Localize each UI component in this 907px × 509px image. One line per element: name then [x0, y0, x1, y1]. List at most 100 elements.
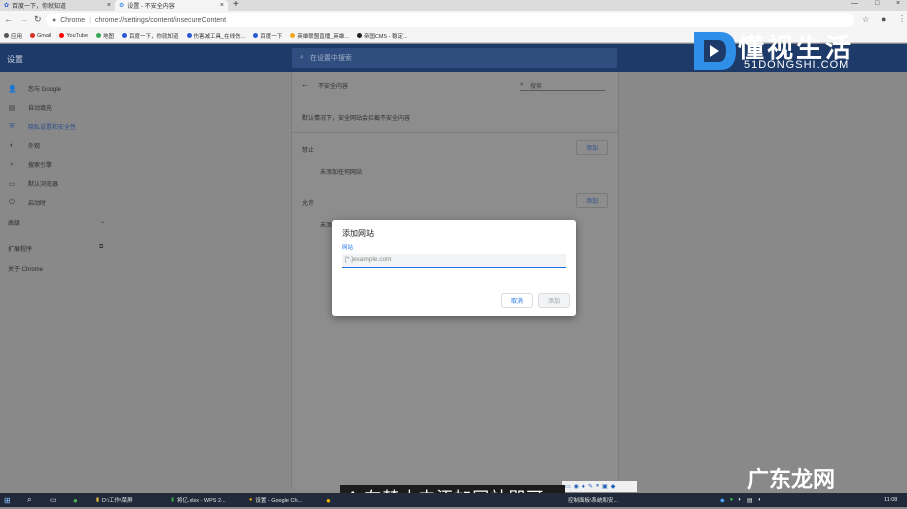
- sidebar-item[interactable]: ▤ 自动填充: [8, 103, 53, 113]
- site-field-label: 网站: [342, 245, 354, 251]
- bookmark-item[interactable]: 百度一下，你就知道: [122, 32, 179, 40]
- forward-arrow-icon[interactable]: →: [19, 14, 28, 24]
- omnibox-url: chrome://settings/content/insecureConten…: [94, 16, 227, 24]
- bookmark-label: Gmail: [37, 32, 52, 39]
- sidebar-item-label: 自动填充: [28, 106, 53, 112]
- network-icon[interactable]: ▤: [747, 497, 753, 504]
- site-input[interactable]: [*.]example.com: [342, 254, 566, 268]
- pause-icon[interactable]: ⏸: [596, 483, 599, 490]
- taskbar-item-wps[interactable]: ▮ 将亿.xlsx - WPS 2...: [171, 493, 226, 507]
- sidebar-item[interactable]: ⛨ 隐私设置和安全性: [8, 122, 76, 132]
- camera-icon[interactable]: ▣: [602, 483, 608, 490]
- power-icon: ⏻: [9, 198, 15, 206]
- bookmark-label: 百度一下，你就知道: [129, 33, 179, 40]
- reload-icon[interactable]: ↻: [34, 14, 42, 25]
- taskbar-item-label: D:\工作\菜屏: [102, 498, 133, 504]
- add-allow-button[interactable]: 添加: [576, 193, 608, 208]
- panel-title: 不安全内容: [318, 84, 349, 90]
- back-arrow-icon[interactable]: ←: [301, 80, 309, 89]
- tray-app-icon[interactable]: ◐: [738, 497, 742, 503]
- divider: [292, 132, 618, 133]
- chevron-down-icon[interactable]: ⌄: [100, 218, 105, 225]
- add-button[interactable]: 添加: [538, 293, 570, 308]
- bookmark-item[interactable]: 地图: [96, 32, 114, 40]
- taskbar-item-control-panel[interactable]: 控制面板\系统和安...: [568, 493, 618, 507]
- monitor-icon[interactable]: ▭: [565, 483, 571, 490]
- panel-search-field[interactable]: 搜索: [530, 81, 542, 90]
- bookmark-item[interactable]: 百度一下: [253, 32, 282, 40]
- start-icon[interactable]: ⊞: [4, 493, 11, 507]
- sidebar-item[interactable]: 👤 您与 Google: [8, 84, 61, 94]
- bookmark-favicon-icon: [253, 33, 259, 38]
- gear-icon: ⚙: [119, 3, 125, 9]
- sidebar-item[interactable]: ▭ 默认浏览器: [8, 179, 59, 189]
- taskbar-item-chrome[interactable]: ● 设置 - Google Ch...: [249, 493, 302, 507]
- bookmark-label: 英雄联盟直播_英雄...: [297, 33, 349, 40]
- search-icon[interactable]: ⌕: [27, 493, 31, 507]
- open-external-icon[interactable]: ⧉: [99, 244, 103, 251]
- sidebar-item-label: 默认浏览器: [28, 182, 59, 188]
- new-tab-button[interactable]: +: [233, 0, 239, 10]
- corner-watermark: 广东龙网: [747, 468, 836, 493]
- star-icon[interactable]: ☆: [862, 15, 869, 24]
- task-view-icon[interactable]: ▭: [50, 493, 57, 507]
- search-icon: ⌕: [300, 54, 304, 61]
- mic-icon[interactable]: ♦: [582, 484, 585, 490]
- page-title: 设置: [7, 55, 23, 64]
- sidebar-item-label: 启动时: [28, 201, 47, 207]
- sidebar-item[interactable]: ⏻ 启动时: [8, 198, 47, 208]
- browser-icon: ▭: [8, 180, 16, 188]
- volume-icon[interactable]: ◖: [758, 497, 762, 503]
- maximize-button[interactable]: □: [875, 0, 879, 7]
- bookmark-item[interactable]: YouTube: [59, 33, 88, 39]
- tag-icon[interactable]: ◆: [611, 483, 616, 490]
- sidebar-item[interactable]: ⌕ 搜索引擎: [8, 160, 52, 170]
- taskbar-item-explorer[interactable]: ▮ D:\工作\菜屏: [96, 493, 133, 507]
- address-bar[interactable]: ● Chrome | chrome://settings/content/ins…: [46, 13, 854, 27]
- bookmark-favicon-icon: [356, 33, 362, 38]
- close-tab-icon[interactable]: ×: [220, 2, 224, 9]
- close-window-button[interactable]: ×: [896, 0, 900, 7]
- bookmark-label: 伤害减工具_在线伤...: [193, 33, 246, 40]
- tray-app-icon[interactable]: ●: [730, 497, 734, 503]
- dialog-title: 添加网站: [342, 229, 374, 238]
- sidebar-item-label: 外观: [28, 144, 41, 150]
- bookmark-item[interactable]: 帝国CMS - 稳定...: [356, 32, 408, 40]
- chrome-icon[interactable]: ●: [326, 493, 331, 507]
- folder-icon: ▮: [96, 497, 100, 503]
- sidebar-about-label: 关于 Chrome: [8, 267, 44, 273]
- spreadsheet-icon: ▮: [171, 497, 175, 503]
- watermark-subtitle: 51DONGSHI.COM: [744, 59, 850, 71]
- sidebar-advanced[interactable]: 高级: [8, 218, 20, 227]
- block-empty-text: 未添加任何网站: [320, 170, 363, 176]
- sidebar-extensions-label: 扩展程序: [8, 247, 33, 253]
- back-arrow-icon[interactable]: ←: [4, 14, 13, 24]
- bookmark-item[interactable]: 应用: [4, 32, 22, 40]
- panel-description: 默认情况下，安全网站会拦截不安全内容: [302, 116, 411, 122]
- omnibox-site: Chrome: [60, 16, 86, 24]
- pen-icon[interactable]: ✎: [588, 483, 593, 490]
- shield-icon: ⛨: [9, 122, 15, 130]
- search-icon: ⌕: [520, 81, 524, 88]
- profile-icon[interactable]: ●: [881, 14, 886, 24]
- search-icon: ⌕: [10, 160, 14, 168]
- app-icon[interactable]: ●: [73, 493, 78, 507]
- cancel-button[interactable]: 取消: [501, 293, 533, 308]
- tray-app-icon[interactable]: ◆: [720, 497, 725, 504]
- minimize-button[interactable]: —: [851, 0, 858, 7]
- settings-search[interactable]: ⌕ 在设置中搜索: [292, 48, 617, 68]
- tab-settings[interactable]: ⚙ 设置 - 不安全内容 ×: [115, 0, 228, 11]
- bookmark-item[interactable]: 英雄联盟直播_英雄...: [290, 32, 349, 40]
- close-tab-icon[interactable]: ×: [107, 2, 111, 9]
- record-icon[interactable]: ◉: [574, 483, 579, 490]
- bookmark-item[interactable]: 伤害减工具_在线伤...: [186, 32, 246, 40]
- add-block-button[interactable]: 添加: [576, 140, 608, 155]
- sidebar-extensions[interactable]: 扩展程序: [8, 244, 32, 253]
- sidebar-item[interactable]: ◐ 外观: [8, 141, 40, 150]
- tab-label: 设置 - 不安全内容: [127, 4, 175, 10]
- tab-baidu[interactable]: ✿ 百度一下，你就知道 ×: [0, 0, 115, 11]
- bookmark-item[interactable]: Gmail: [30, 33, 51, 39]
- sidebar-about[interactable]: 关于 Chrome: [8, 264, 43, 273]
- menu-icon[interactable]: ⋮: [898, 14, 906, 23]
- allow-heading: 允许: [302, 201, 315, 207]
